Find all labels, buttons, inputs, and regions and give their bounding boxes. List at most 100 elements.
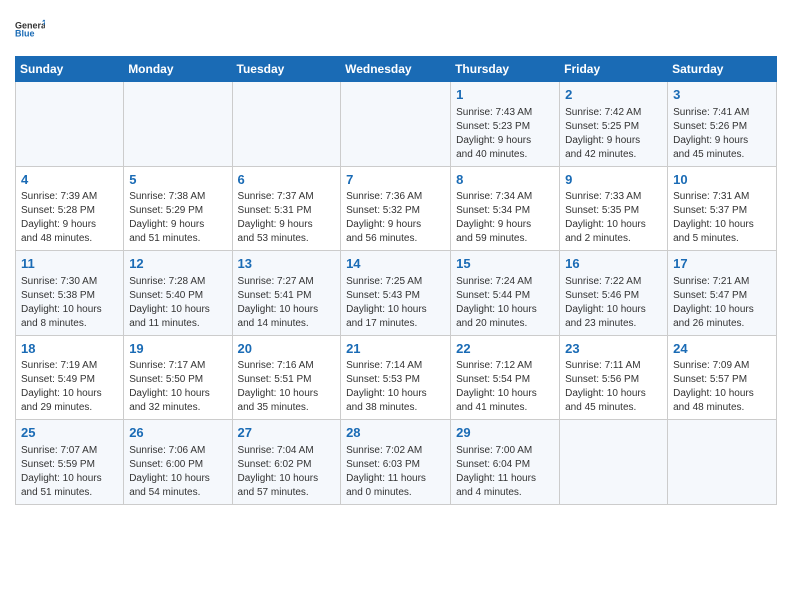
calendar-cell: 2 Sunrise: 7:42 AM Sunset: 5:25 PM Daylig… [560,82,668,167]
calendar-cell: 23Sunrise: 7:11 AM Sunset: 5:56 PM Dayli… [560,335,668,420]
day-number: 16 [565,255,662,273]
calendar-cell [124,82,232,167]
svg-text:Blue: Blue [15,29,35,39]
day-info: Sunrise: 7:04 AM Sunset: 6:02 PM Dayligh… [238,444,336,500]
calendar-cell: 22Sunrise: 7:12 AM Sunset: 5:54 PM Dayli… [451,335,560,420]
calendar-cell: 9Sunrise: 7:33 AM Sunset: 5:35 PM Daylig… [560,166,668,251]
calendar-cell: 27 Sunrise: 7:04 AM Sunset: 6:02 PM Dayli… [232,420,341,505]
weekday-header: Tuesday [232,57,341,82]
day-info: Sunrise: 7:28 AM Sunset: 5:40 PM Dayligh… [129,275,226,331]
calendar-week-row: 11 Sunrise: 7:30 AM Sunset: 5:38 PM Dayli… [16,251,777,336]
calendar-cell: 3 Sunrise: 7:41 AM Sunset: 5:26 PM Daylig… [668,82,777,167]
calendar-cell: 28 Sunrise: 7:02 AM Sunset: 6:03 PM Dayli… [341,420,451,505]
day-number: 5 [129,171,226,189]
day-info: Sunrise: 7:02 AM Sunset: 6:03 PM Dayligh… [346,444,445,500]
day-number: 28 [346,424,445,442]
calendar-week-row: 1 Sunrise: 7:43 AM Sunset: 5:23 PM Daylig… [16,82,777,167]
day-info: Sunrise: 7:07 AM Sunset: 5:59 PM Dayligh… [21,444,118,500]
day-number: 13 [238,255,336,273]
day-number: 19 [129,340,226,358]
calendar-week-row: 4Sunrise: 7:39 AM Sunset: 5:28 PM Daylig… [16,166,777,251]
day-number: 26 [129,424,226,442]
calendar-cell: 6Sunrise: 7:37 AM Sunset: 5:31 PM Daylig… [232,166,341,251]
day-info: Sunrise: 7:21 AM Sunset: 5:47 PM Dayligh… [673,275,771,331]
weekday-header: Friday [560,57,668,82]
day-number: 12 [129,255,226,273]
day-number: 4 [21,171,118,189]
calendar-cell [341,82,451,167]
calendar-cell: 8Sunrise: 7:34 AM Sunset: 5:34 PM Daylig… [451,166,560,251]
calendar-cell: 14Sunrise: 7:25 AM Sunset: 5:43 PM Dayli… [341,251,451,336]
day-info: Sunrise: 7:38 AM Sunset: 5:29 PM Dayligh… [129,190,226,246]
logo: General Blue [15,10,45,48]
day-number: 1 [456,86,554,104]
day-number: 9 [565,171,662,189]
calendar-cell: 5Sunrise: 7:38 AM Sunset: 5:29 PM Daylig… [124,166,232,251]
day-number: 7 [346,171,445,189]
day-info: Sunrise: 7:17 AM Sunset: 5:50 PM Dayligh… [129,359,226,415]
calendar-cell: 17 Sunrise: 7:21 AM Sunset: 5:47 PM Dayli… [668,251,777,336]
day-number: 25 [21,424,118,442]
day-info: Sunrise: 7:37 AM Sunset: 5:31 PM Dayligh… [238,190,336,246]
day-info: Sunrise: 7:39 AM Sunset: 5:28 PM Dayligh… [21,190,118,246]
calendar-cell: 13 Sunrise: 7:27 AM Sunset: 5:41 PM Dayli… [232,251,341,336]
calendar-cell: 29 Sunrise: 7:00 AM Sunset: 6:04 PM Dayli… [451,420,560,505]
day-number: 3 [673,86,771,104]
day-info: Sunrise: 7:11 AM Sunset: 5:56 PM Dayligh… [565,359,662,415]
calendar-cell: 7Sunrise: 7:36 AM Sunset: 5:32 PM Daylig… [341,166,451,251]
day-number: 8 [456,171,554,189]
day-info: Sunrise: 7:24 AM Sunset: 5:44 PM Dayligh… [456,275,554,331]
day-info: Sunrise: 7:42 AM Sunset: 5:25 PM Dayligh… [565,106,662,162]
calendar-header-row: SundayMondayTuesdayWednesdayThursdayFrid… [16,57,777,82]
calendar-cell: 15Sunrise: 7:24 AM Sunset: 5:44 PM Dayli… [451,251,560,336]
calendar-cell [668,420,777,505]
calendar-cell: 20Sunrise: 7:16 AM Sunset: 5:51 PM Dayli… [232,335,341,420]
day-info: Sunrise: 7:06 AM Sunset: 6:00 PM Dayligh… [129,444,226,500]
day-number: 2 [565,86,662,104]
calendar-cell [16,82,124,167]
day-number: 29 [456,424,554,442]
day-number: 27 [238,424,336,442]
day-info: Sunrise: 7:34 AM Sunset: 5:34 PM Dayligh… [456,190,554,246]
calendar-week-row: 25 Sunrise: 7:07 AM Sunset: 5:59 PM Dayli… [16,420,777,505]
day-number: 24 [673,340,771,358]
page-container: General Blue SundayMondayTuesdayWednesda… [0,0,792,515]
header: General Blue [15,10,777,48]
day-info: Sunrise: 7:33 AM Sunset: 5:35 PM Dayligh… [565,190,662,246]
calendar-cell [560,420,668,505]
calendar-cell: 19Sunrise: 7:17 AM Sunset: 5:50 PM Dayli… [124,335,232,420]
day-info: Sunrise: 7:22 AM Sunset: 5:46 PM Dayligh… [565,275,662,331]
day-number: 14 [346,255,445,273]
day-info: Sunrise: 7:30 AM Sunset: 5:38 PM Dayligh… [21,275,118,331]
day-number: 21 [346,340,445,358]
calendar-cell: 12 Sunrise: 7:28 AM Sunset: 5:40 PM Dayli… [124,251,232,336]
day-info: Sunrise: 7:09 AM Sunset: 5:57 PM Dayligh… [673,359,771,415]
day-info: Sunrise: 7:36 AM Sunset: 5:32 PM Dayligh… [346,190,445,246]
calendar-week-row: 18Sunrise: 7:19 AM Sunset: 5:49 PM Dayli… [16,335,777,420]
calendar-cell: 1 Sunrise: 7:43 AM Sunset: 5:23 PM Daylig… [451,82,560,167]
day-info: Sunrise: 7:16 AM Sunset: 5:51 PM Dayligh… [238,359,336,415]
day-number: 11 [21,255,118,273]
day-info: Sunrise: 7:27 AM Sunset: 5:41 PM Dayligh… [238,275,336,331]
day-number: 6 [238,171,336,189]
calendar: SundayMondayTuesdayWednesdayThursdayFrid… [15,56,777,505]
day-info: Sunrise: 7:31 AM Sunset: 5:37 PM Dayligh… [673,190,771,246]
day-info: Sunrise: 7:14 AM Sunset: 5:53 PM Dayligh… [346,359,445,415]
day-info: Sunrise: 7:12 AM Sunset: 5:54 PM Dayligh… [456,359,554,415]
calendar-cell: 21Sunrise: 7:14 AM Sunset: 5:53 PM Dayli… [341,335,451,420]
day-info: Sunrise: 7:43 AM Sunset: 5:23 PM Dayligh… [456,106,554,162]
day-number: 22 [456,340,554,358]
day-info: Sunrise: 7:41 AM Sunset: 5:26 PM Dayligh… [673,106,771,162]
calendar-cell: 4Sunrise: 7:39 AM Sunset: 5:28 PM Daylig… [16,166,124,251]
calendar-cell: 26 Sunrise: 7:06 AM Sunset: 6:00 PM Dayli… [124,420,232,505]
day-info: Sunrise: 7:19 AM Sunset: 5:49 PM Dayligh… [21,359,118,415]
day-number: 20 [238,340,336,358]
day-info: Sunrise: 7:00 AM Sunset: 6:04 PM Dayligh… [456,444,554,500]
weekday-header: Sunday [16,57,124,82]
calendar-cell [232,82,341,167]
day-number: 17 [673,255,771,273]
calendar-cell: 24Sunrise: 7:09 AM Sunset: 5:57 PM Dayli… [668,335,777,420]
calendar-cell: 11 Sunrise: 7:30 AM Sunset: 5:38 PM Dayli… [16,251,124,336]
logo-svg: General Blue [15,10,45,48]
day-number: 23 [565,340,662,358]
